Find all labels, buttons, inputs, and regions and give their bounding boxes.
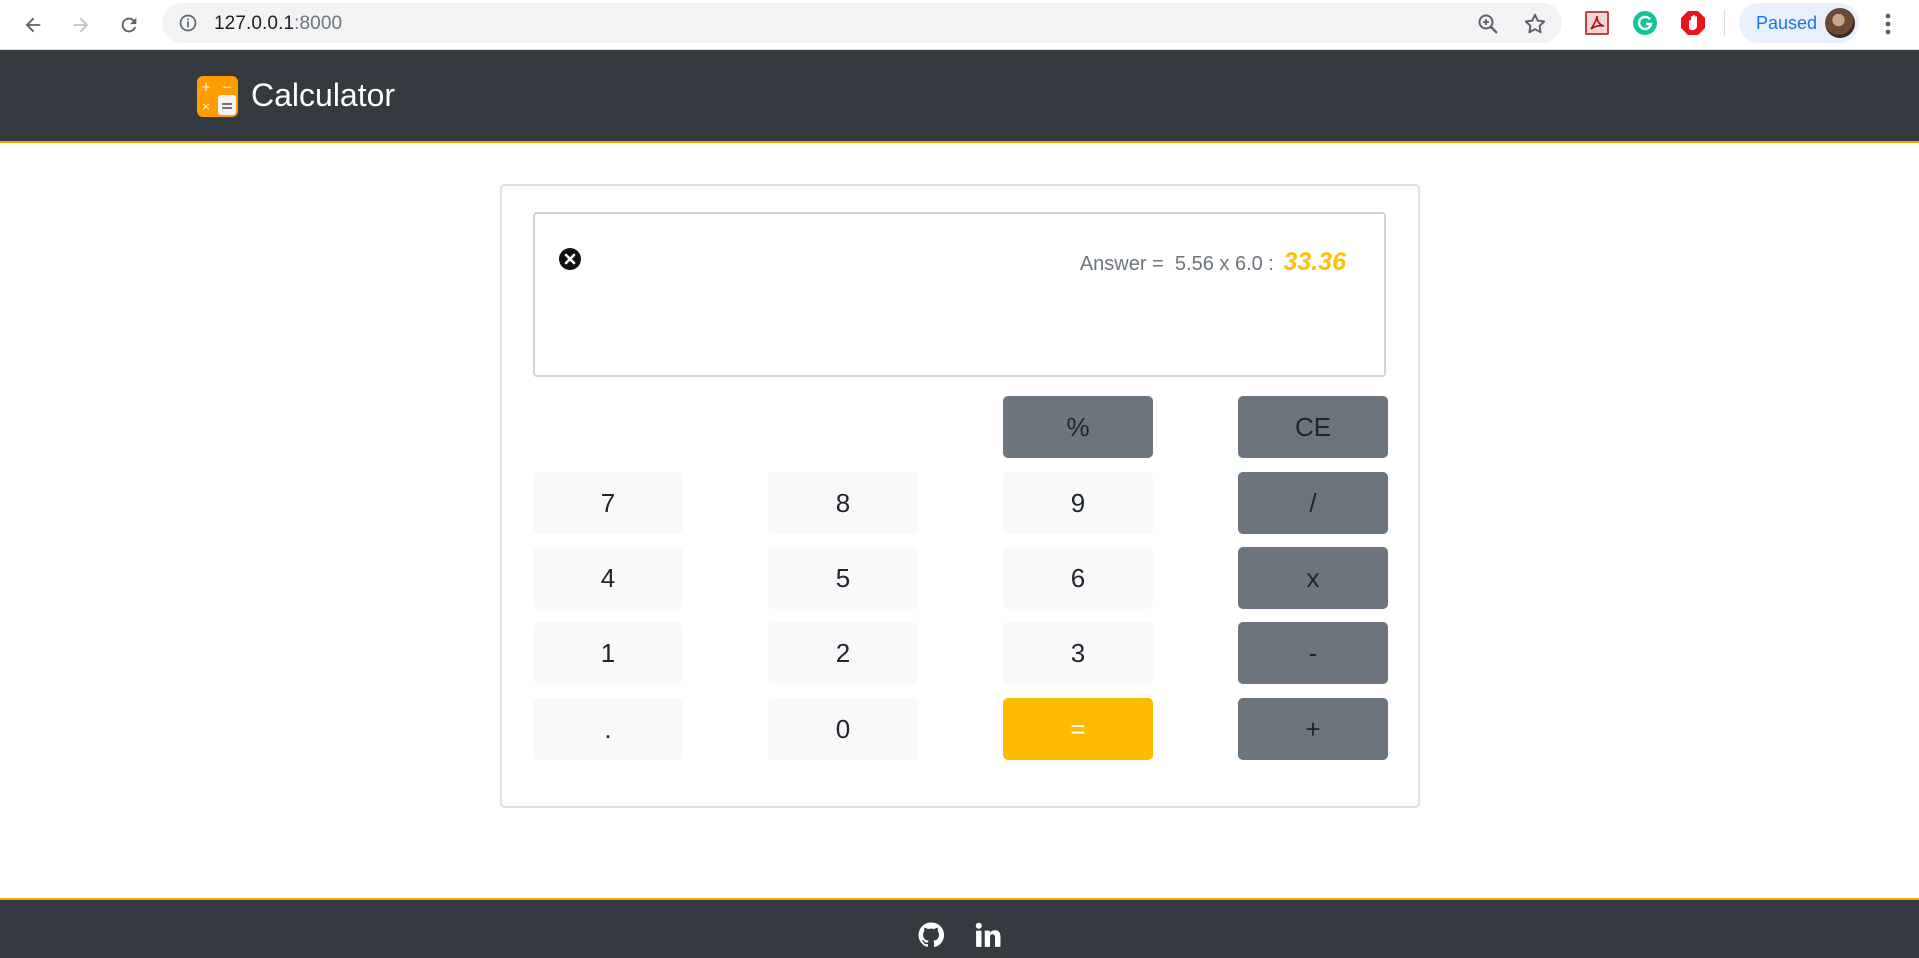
digit-9-button[interactable]: 9: [1003, 472, 1153, 534]
multiply-button[interactable]: x: [1238, 547, 1388, 609]
adblock-icon[interactable]: [1680, 10, 1706, 36]
digit-3-button[interactable]: 3: [1003, 622, 1153, 684]
divide-button[interactable]: /: [1238, 472, 1388, 534]
zoom-icon[interactable]: [1476, 12, 1500, 36]
digit-0-button[interactable]: 0: [768, 698, 918, 760]
arrow-left-icon: [25, 17, 41, 33]
digit-2-button[interactable]: 2: [768, 622, 918, 684]
svg-text:−: −: [222, 80, 232, 94]
answer-expression: 5.56 x 6.0 :: [1174, 253, 1274, 275]
avatar: [1825, 8, 1855, 38]
page-footer: [0, 898, 1919, 958]
toolbar-divider: [1724, 10, 1725, 36]
arrow-right-icon: [73, 17, 89, 33]
digit-7-button[interactable]: 7: [533, 472, 683, 534]
digit-4-button[interactable]: 4: [533, 547, 683, 609]
address-bar[interactable]: 127.0.0.1:8000: [162, 3, 1562, 43]
linkedin-icon[interactable]: [975, 922, 1001, 948]
svg-text:×: ×: [201, 100, 210, 113]
brand-title[interactable]: Calculator: [251, 77, 395, 114]
clear-entry-button[interactable]: CE: [1238, 396, 1388, 458]
digit-5-button[interactable]: 5: [768, 547, 918, 609]
answer-prefix: Answer =: [1079, 253, 1164, 275]
bookmark-star-icon[interactable]: [1522, 11, 1548, 37]
minus-button[interactable]: -: [1238, 622, 1388, 684]
pdf-extension-icon[interactable]: [1584, 10, 1610, 36]
percent-button[interactable]: %: [1003, 396, 1153, 458]
plus-button[interactable]: +: [1238, 698, 1388, 760]
profile-button[interactable]: Paused: [1739, 3, 1859, 43]
reload-button[interactable]: [114, 10, 144, 40]
equals-button[interactable]: =: [1003, 698, 1153, 760]
app-navbar: + − × Calculator: [0, 50, 1919, 143]
answer-result: 33.36: [1283, 248, 1346, 276]
info-icon[interactable]: [178, 13, 198, 33]
browser-toolbar: 127.0.0.1:8000 Paused: [0, 0, 1919, 50]
digit-1-button[interactable]: 1: [533, 622, 683, 684]
calculator-display: [533, 212, 1386, 377]
github-icon[interactable]: [918, 922, 944, 948]
answer-readout: Answer = 5.56 x 6.0 : 33.36: [1080, 248, 1346, 277]
grammarly-icon[interactable]: [1632, 10, 1658, 36]
forward-button[interactable]: [66, 10, 96, 40]
more-menu-icon[interactable]: [1878, 10, 1898, 38]
svg-text:+: +: [201, 80, 211, 94]
decimal-point-button[interactable]: .: [533, 698, 683, 760]
close-circle-icon[interactable]: [558, 247, 582, 271]
url-text[interactable]: 127.0.0.1:8000: [214, 13, 342, 35]
reload-icon: [121, 17, 137, 33]
profile-status: Paused: [1756, 13, 1818, 33]
digit-6-button[interactable]: 6: [1003, 547, 1153, 609]
calculator-logo-icon[interactable]: + − ×: [197, 76, 238, 117]
back-button[interactable]: [18, 10, 48, 40]
digit-8-button[interactable]: 8: [768, 472, 918, 534]
